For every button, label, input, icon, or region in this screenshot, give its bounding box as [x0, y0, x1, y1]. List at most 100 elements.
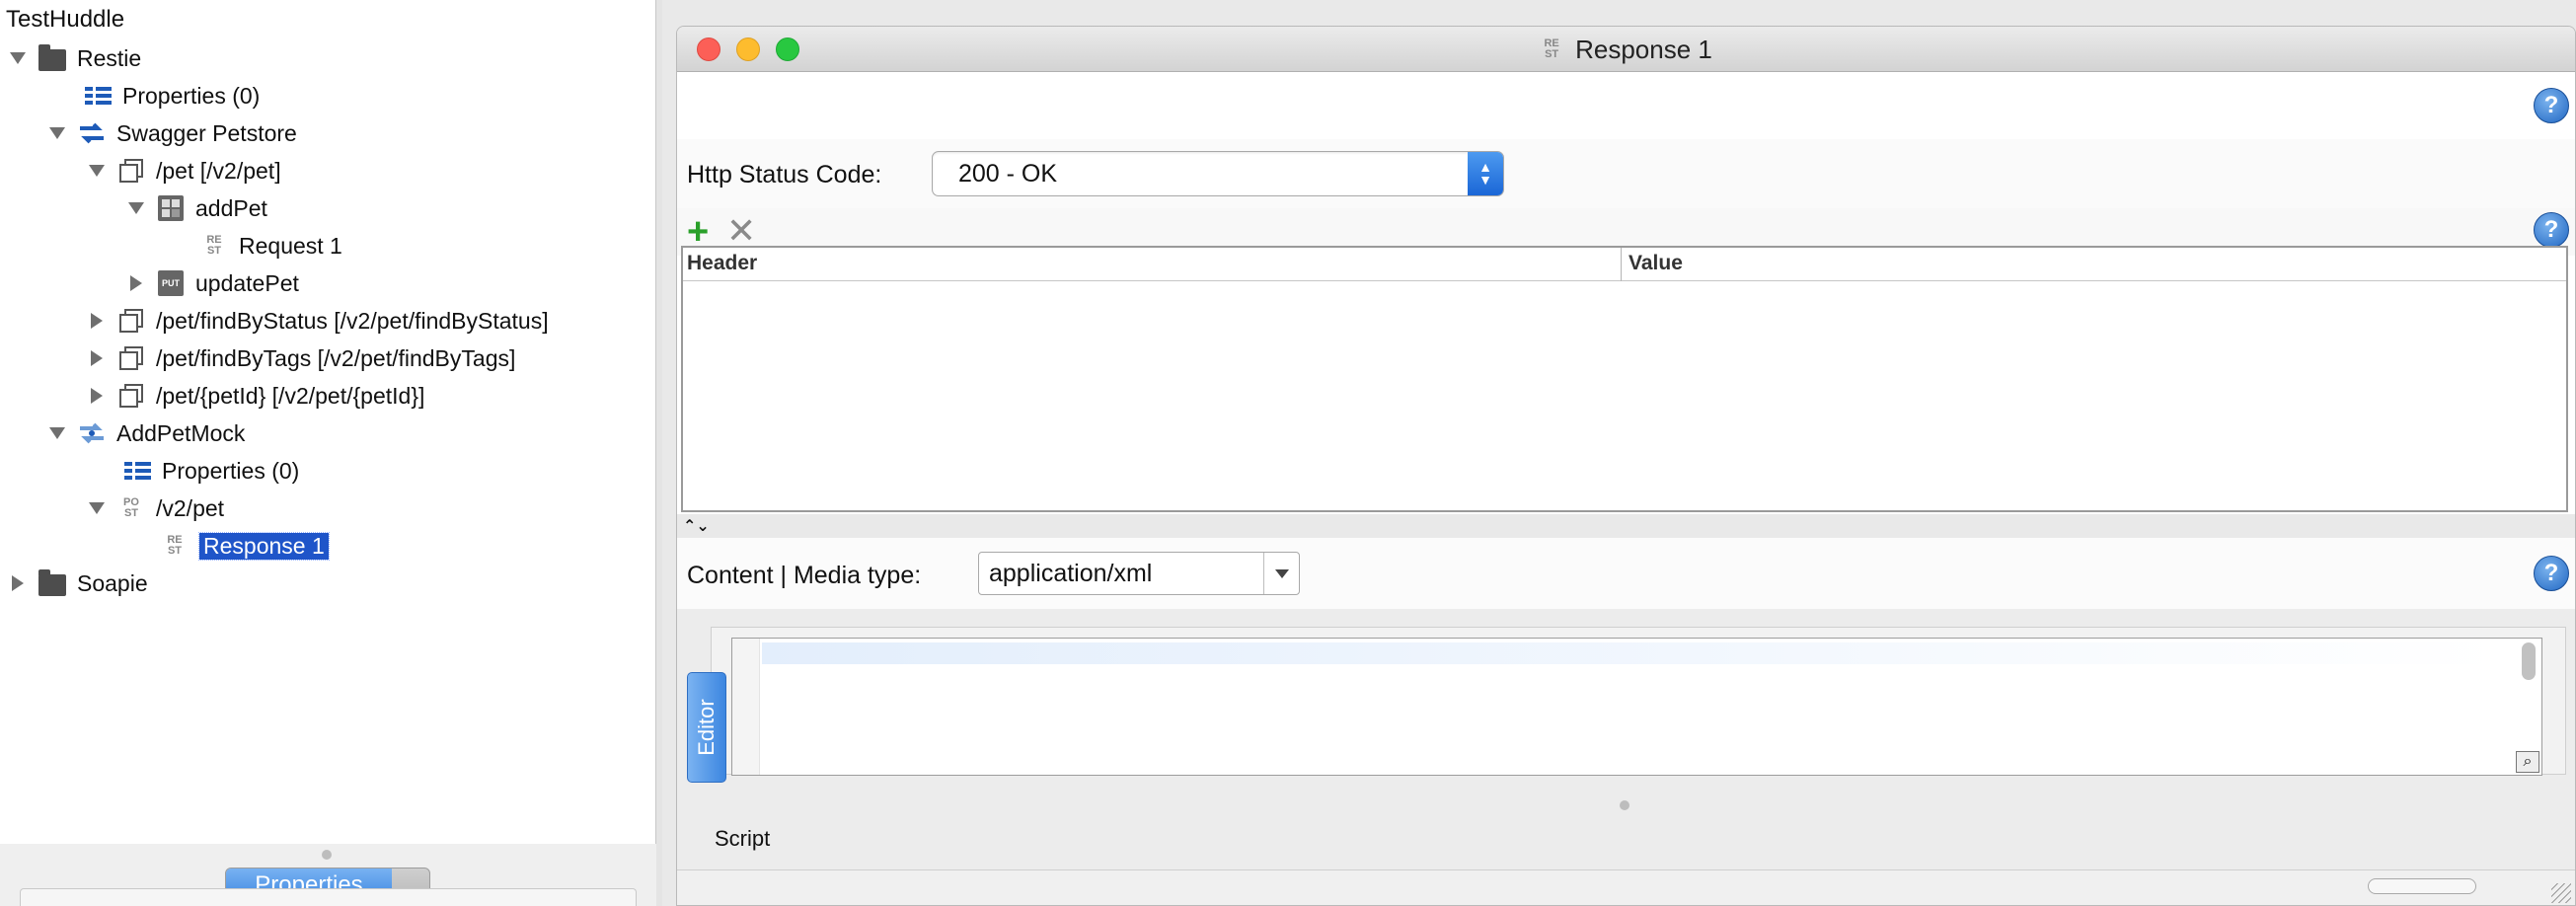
select-stepper-icon: ▲ ▼: [1468, 152, 1503, 195]
tree-node-addpet[interactable]: addPet: [126, 191, 267, 225]
properties-icon: [122, 457, 152, 485]
tree-node-soapie[interactable]: Soapie: [8, 566, 148, 600]
editor-tab-label: Editor: [694, 699, 719, 756]
http-status-select[interactable]: 200 - OK ▲ ▼: [932, 151, 1504, 196]
tree-node-restie-properties[interactable]: Properties (0): [83, 79, 260, 113]
expand-arrow-icon[interactable]: [47, 123, 67, 143]
tree-node-label: Request 1: [239, 232, 342, 259]
http-status-label: Http Status Code:: [687, 161, 882, 189]
tree-node-label-selected: Response 1: [198, 531, 330, 561]
window-title-text: Response 1: [1575, 34, 1712, 64]
column-header-header[interactable]: Header: [687, 252, 757, 275]
editor-current-line: [762, 642, 2499, 664]
remove-header-button[interactable]: ✕: [726, 213, 756, 249]
content-editor-area: ⌕ Editor: [677, 609, 2575, 816]
tree-node-label: /v2/pet: [156, 494, 225, 521]
status-bar-slider[interactable]: [2368, 878, 2476, 894]
column-divider[interactable]: [1621, 248, 1622, 281]
splitter-grip-icon[interactable]: [322, 850, 332, 860]
help-icon[interactable]: ?: [2534, 88, 2569, 123]
window-title: RE ST Response 1: [677, 27, 2575, 72]
rest-service-icon: [77, 119, 107, 147]
tree-node-updatepet[interactable]: PUT updatePet: [126, 266, 299, 300]
tree-node-addpetmock[interactable]: AddPetMock: [47, 416, 245, 450]
tree-node-label: /pet/{petId} [/v2/pet/{petId}]: [156, 382, 425, 409]
media-type-select[interactable]: application/xml: [978, 552, 1300, 595]
resize-grip-icon[interactable]: [2551, 883, 2571, 903]
navigator-panel: TestHuddle Restie Properties (0) Swagger…: [0, 0, 656, 906]
collapse-arrow-icon[interactable]: [87, 311, 107, 331]
tree-root-label: TestHuddle: [6, 6, 125, 33]
rest-response-icon: RE ST: [167, 534, 183, 557]
tree-node-mock-properties[interactable]: Properties (0): [122, 454, 299, 488]
editor-frame: ⌕: [711, 627, 2566, 776]
tree-node-label: /pet/findByTags [/v2/pet/findByTags]: [156, 344, 516, 371]
tree-node-v2-pet-action[interactable]: PO ST /v2/pet: [87, 491, 224, 525]
expand-arrow-icon[interactable]: [87, 161, 107, 181]
help-icon[interactable]: ?: [2534, 212, 2569, 248]
put-method-icon: PUT: [156, 269, 186, 297]
editor-tab[interactable]: Editor: [687, 672, 726, 783]
tree-node-swagger-petstore[interactable]: Swagger Petstore: [47, 116, 297, 150]
folder-icon: [38, 569, 67, 597]
response-window: RE ST Response 1 ? Http Status Code: 200 …: [676, 26, 2576, 906]
tree-node-request-1[interactable]: RE ST Request 1: [199, 229, 342, 263]
collapse-arrow-icon[interactable]: [87, 386, 107, 406]
tree-node-label: Restie: [77, 44, 142, 71]
window-titlebar[interactable]: RE ST Response 1: [677, 27, 2575, 72]
content-editor[interactable]: ⌕: [731, 638, 2542, 776]
tree-node-pet-resource[interactable]: /pet [/v2/pet]: [87, 154, 281, 188]
splitter-grip-icon[interactable]: [1620, 800, 1629, 810]
tree-node-label: updatePet: [195, 269, 299, 296]
media-type-value: application/xml: [989, 560, 1153, 587]
main-splitter[interactable]: [656, 0, 662, 906]
tree-node-label: /pet [/v2/pet]: [156, 157, 281, 184]
editor-scrollbar[interactable]: [2522, 642, 2536, 680]
column-header-value[interactable]: Value: [1629, 252, 1683, 275]
script-tab[interactable]: Script: [715, 826, 770, 852]
rest-response-icon: RE ST: [1544, 38, 1559, 60]
tree-node-restie[interactable]: Restie: [8, 41, 141, 75]
help-icon[interactable]: ?: [2534, 556, 2569, 591]
tree-node-findbytags-resource[interactable]: /pet/findByTags [/v2/pet/findByTags]: [87, 341, 515, 375]
tree-node-petid-resource[interactable]: /pet/{petId} [/v2/pet/{petId}]: [87, 379, 424, 413]
resource-icon: [116, 307, 146, 335]
collapse-arrow-icon[interactable]: [8, 573, 28, 593]
rest-mock-icon: [77, 419, 107, 447]
tree-node-label: Properties (0): [122, 82, 261, 109]
properties-icon: [83, 82, 113, 110]
content-media-row: Content | Media type: application/xml ?: [677, 538, 2575, 609]
http-status-row: Http Status Code: 200 - OK ▲ ▼: [677, 139, 2575, 208]
collapse-expand-icon[interactable]: ⌃⌄: [683, 516, 710, 536]
resource-icon: [116, 157, 146, 185]
rest-request-icon: RE ST: [206, 234, 222, 257]
dropdown-arrow-icon[interactable]: [1263, 553, 1299, 594]
tree-node-label: addPet: [195, 194, 267, 221]
expand-arrow-icon[interactable]: [87, 498, 107, 518]
headers-table[interactable]: Header Value: [681, 246, 2568, 512]
headers-table-header: Header Value: [683, 248, 2566, 281]
tree-node-response-1[interactable]: RE ST Response 1: [160, 529, 330, 563]
expand-arrow-icon[interactable]: [126, 198, 146, 218]
http-status-value: 200 - OK: [958, 160, 1058, 188]
search-icon[interactable]: ⌕: [2516, 751, 2539, 773]
expand-arrow-icon[interactable]: [8, 48, 28, 68]
folder-icon: [38, 44, 67, 72]
properties-panel-edge: [20, 888, 637, 906]
tree-node-label: /pet/findByStatus [/v2/pet/findByStatus]: [156, 307, 549, 334]
script-section: Script: [677, 816, 2575, 862]
resource-icon: [116, 344, 146, 372]
collapse-arrow-icon[interactable]: [126, 273, 146, 293]
post-method-icon: [156, 194, 186, 222]
tree-node-label: Swagger Petstore: [116, 119, 297, 146]
split-collapse-bar: ⌃⌄: [677, 514, 2575, 538]
collapse-arrow-icon[interactable]: [87, 348, 107, 368]
mock-action-icon: PO ST: [123, 496, 139, 519]
resource-icon: [116, 382, 146, 410]
tree-node-label: Soapie: [77, 569, 148, 596]
add-header-button[interactable]: +: [687, 213, 709, 251]
tree-node-label: Properties (0): [162, 457, 300, 484]
tree-node-findbystatus-resource[interactable]: /pet/findByStatus [/v2/pet/findByStatus]: [87, 304, 549, 338]
window-status-bar: [677, 869, 2575, 905]
expand-arrow-icon[interactable]: [47, 423, 67, 443]
